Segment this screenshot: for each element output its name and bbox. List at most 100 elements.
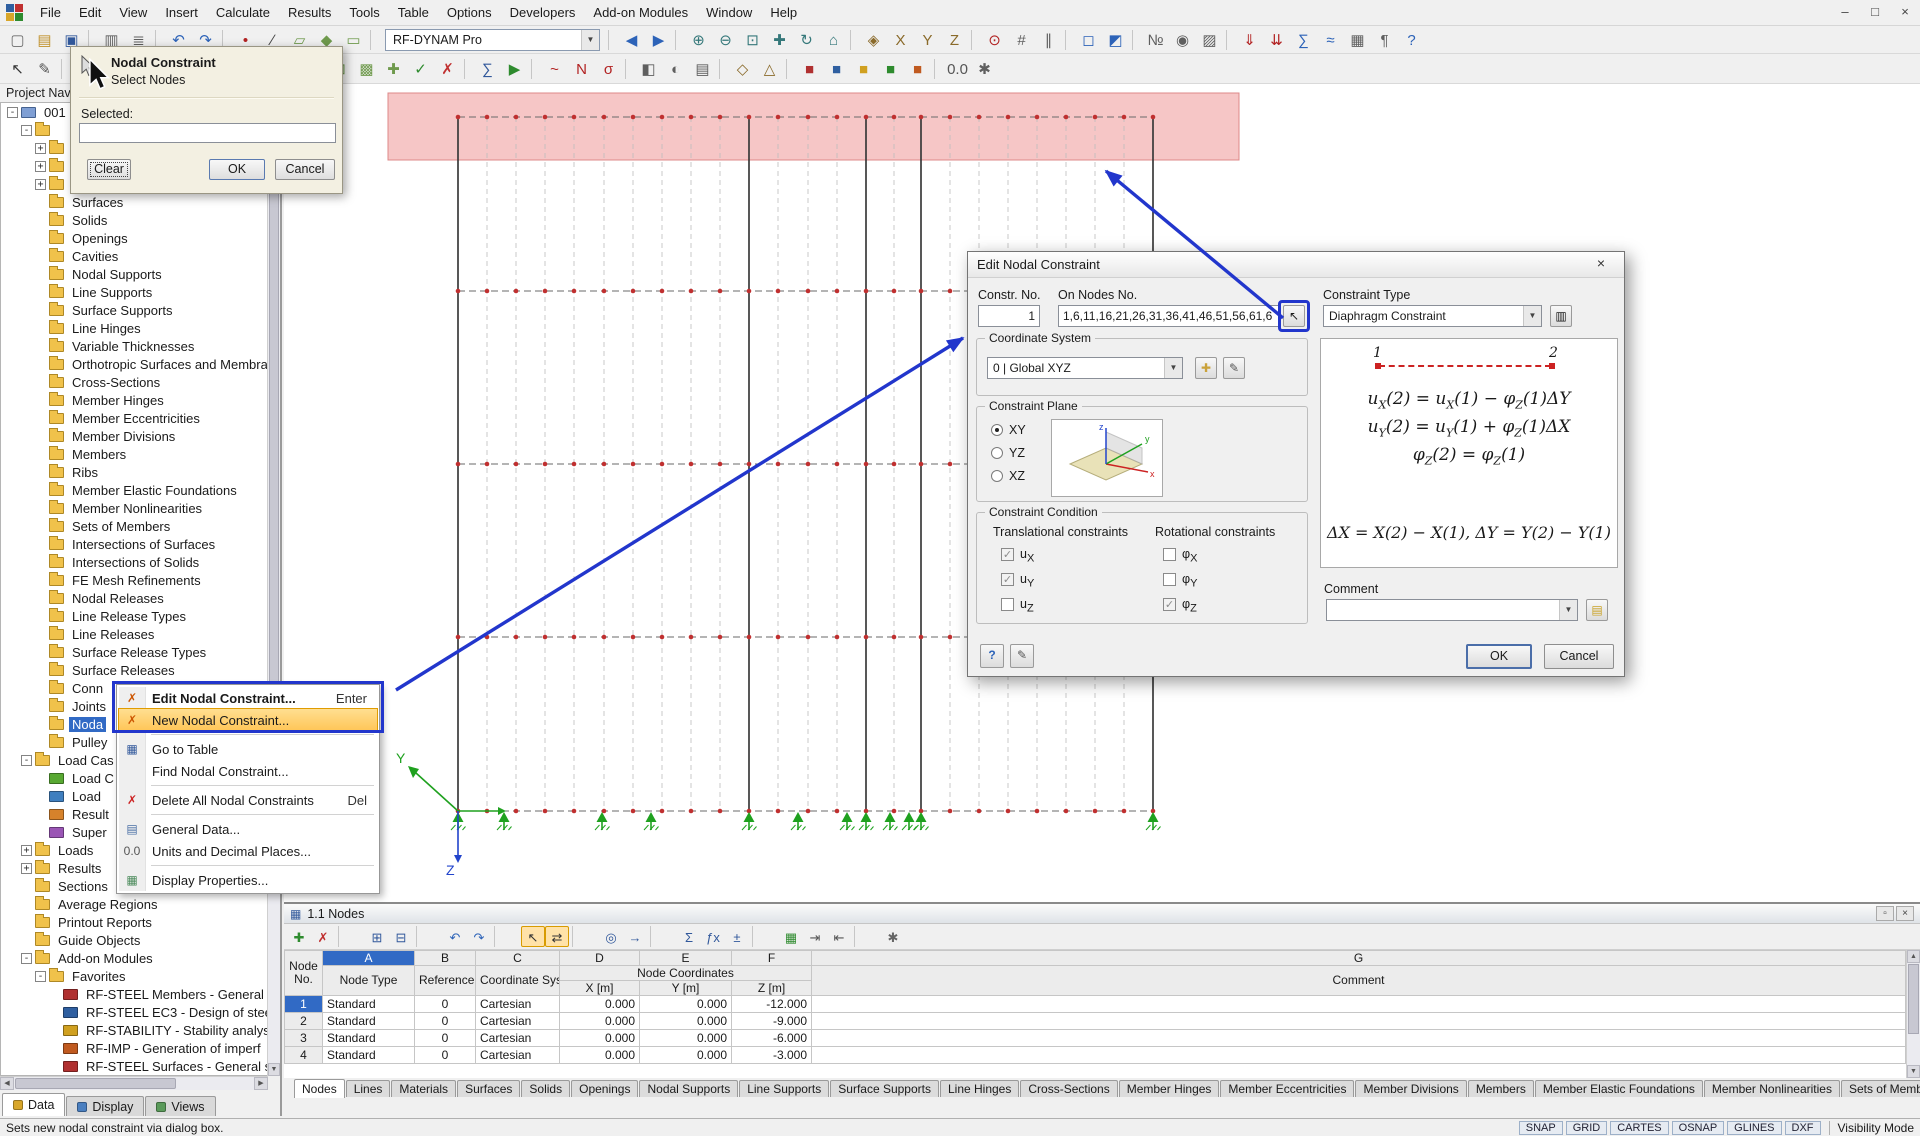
cell-x[interactable]: 0.000	[560, 1047, 640, 1064]
cell-coordinate-system[interactable]: Cartesian	[476, 1030, 560, 1047]
cell-node-type[interactable]: Standard	[323, 996, 415, 1013]
cell-comment[interactable]	[812, 1013, 1906, 1030]
rotational-constraint-checkbox[interactable]: φX	[1163, 547, 1197, 561]
separator[interactable]	[338, 926, 362, 947]
cell-node-type[interactable]: Standard	[323, 1013, 415, 1030]
cell-reference-node[interactable]: 0	[415, 996, 476, 1013]
cell-y[interactable]: 0.000	[640, 1047, 732, 1064]
tree-item[interactable]: Line Releases	[1, 625, 267, 643]
tree-item[interactable]: - Add-on Modules	[1, 949, 267, 967]
cell-coordinate-system[interactable]: Cartesian	[476, 1047, 560, 1064]
separator[interactable]	[675, 30, 682, 50]
rotational-constraint-checkbox[interactable]: φZ	[1163, 597, 1197, 611]
row-number[interactable]: 4	[285, 1047, 323, 1064]
row-number[interactable]: 1	[285, 996, 323, 1013]
cancel-button[interactable]: Cancel	[275, 159, 335, 180]
column-letter[interactable]: A	[323, 951, 415, 966]
tree-item[interactable]: Ribs	[1, 463, 267, 481]
guidelines-icon[interactable]: ∥	[1035, 28, 1062, 52]
status-toggle[interactable]: DXF	[1785, 1121, 1821, 1135]
separator[interactable]	[786, 59, 793, 79]
printout-report-icon[interactable]: ¶	[1371, 28, 1398, 52]
results-icon[interactable]: ≈	[1317, 28, 1344, 52]
status-toggle[interactable]: GRID	[1566, 1121, 1608, 1135]
cell-z[interactable]: -9.000	[732, 1013, 812, 1030]
goto-icon[interactable]: →	[623, 926, 647, 947]
zoom-out-icon[interactable]: ⊖	[712, 28, 739, 52]
chevron-down-icon[interactable]	[581, 30, 599, 50]
on-nodes-input[interactable]: 1,6,11,16,21,26,31,36,41,46,51,56,61,6	[1058, 305, 1279, 327]
tree-item[interactable]: Member Elastic Foundations	[1, 481, 267, 499]
help-button[interactable]: ?	[980, 644, 1004, 668]
module-dynam-icon[interactable]: ■	[877, 57, 904, 81]
select-special-icon[interactable]: ◩	[1102, 28, 1129, 52]
view-z-icon[interactable]: Z	[941, 28, 968, 52]
delete-row-icon[interactable]: ✗	[311, 926, 335, 947]
tree-expander-icon[interactable]: +	[21, 863, 32, 874]
new-coordinate-system-button[interactable]: ✚	[1195, 357, 1217, 379]
module-stability-icon[interactable]: ■	[850, 57, 877, 81]
tree-item[interactable]: Member Eccentricities	[1, 409, 267, 427]
comment-dropdown[interactable]	[1326, 599, 1578, 621]
formula-icon[interactable]: ƒx	[701, 926, 725, 947]
context-menu-item[interactable]: ✗ Edit Nodal Constraint... Enter	[119, 687, 377, 709]
translational-constraint-checkbox[interactable]: uX	[1001, 547, 1034, 561]
zoom-all-icon[interactable]: ⌂	[820, 28, 847, 52]
tree-item[interactable]: Openings	[1, 229, 267, 247]
rotate-view-icon[interactable]: ↻	[793, 28, 820, 52]
tree-item[interactable]: Orthotropic Surfaces and Membra	[1, 355, 267, 373]
options-icon[interactable]: ✱	[971, 57, 998, 81]
table-settings-icon[interactable]: ✱	[881, 926, 905, 947]
menu-item[interactable]: Window	[697, 2, 761, 23]
menu-item[interactable]: Tools	[340, 2, 388, 23]
tree-item[interactable]: - Favorites	[1, 967, 267, 985]
table-vertical-scrollbar[interactable]: ▲ ▼	[1906, 950, 1920, 1078]
pin-panel-button[interactable]: ▫	[1876, 906, 1894, 921]
table-tab[interactable]: Line Hinges	[940, 1080, 1019, 1097]
tree-item[interactable]: RF-STEEL Members - General s	[1, 985, 267, 1003]
check-model-icon[interactable]: ✓	[407, 57, 434, 81]
scroll-down-icon[interactable]: ▼	[268, 1063, 280, 1076]
module-steel-icon[interactable]: ■	[796, 57, 823, 81]
tree-expander-icon[interactable]: -	[21, 755, 32, 766]
view-filter-icon[interactable]: ◎	[599, 926, 623, 947]
tree-item[interactable]: Variable Thicknesses	[1, 337, 267, 355]
scroll-down-icon[interactable]: ▼	[1907, 1065, 1920, 1078]
tree-item[interactable]: Average Regions	[1, 895, 267, 913]
forward-icon[interactable]: ▶	[645, 28, 672, 52]
navigator-horizontal-scrollbar[interactable]: ◀ ▶	[0, 1076, 268, 1090]
tree-item[interactable]: Nodal Supports	[1, 265, 267, 283]
zoom-in-icon[interactable]: ⊕	[685, 28, 712, 52]
cell-x[interactable]: 0.000	[560, 1013, 640, 1030]
close-button[interactable]: ×	[1890, 3, 1920, 23]
translational-constraint-checkbox[interactable]: uZ	[1001, 597, 1034, 611]
tree-expander-icon[interactable]: -	[21, 125, 32, 136]
close-icon[interactable]: ×	[1587, 255, 1615, 274]
tree-expander-icon[interactable]: +	[21, 845, 32, 856]
column-letter[interactable]: G	[812, 951, 1906, 966]
import-icon[interactable]: ⇤	[827, 926, 851, 947]
separator[interactable]	[850, 30, 857, 50]
context-menu-item[interactable]: ✗ Delete All Nodal Constraints Del	[119, 789, 377, 811]
scroll-up-icon[interactable]: ▲	[1907, 950, 1920, 963]
separator[interactable]	[1065, 30, 1072, 50]
tree-expander-icon[interactable]: -	[35, 971, 46, 982]
module-combobox[interactable]: RF-DYNAM Pro	[385, 29, 600, 51]
tree-item[interactable]: RF-STABILITY - Stability analys	[1, 1021, 267, 1039]
tree-item[interactable]: Surfaces	[1, 193, 267, 211]
cell-y[interactable]: 0.000	[640, 1013, 732, 1030]
tree-item[interactable]: Cavities	[1, 247, 267, 265]
cell-z[interactable]: -6.000	[732, 1030, 812, 1047]
navigator-tab[interactable]: Data	[2, 1093, 65, 1116]
comment-templates-button[interactable]: ▤	[1586, 599, 1608, 621]
select-nodes-button[interactable]: ↖	[1283, 305, 1305, 327]
dialog-titlebar[interactable]: Edit Nodal Constraint ×	[968, 252, 1624, 278]
edit-constraint-types-button[interactable]: ▥	[1550, 305, 1572, 327]
tree-item[interactable]: Intersections of Solids	[1, 553, 267, 571]
select-window-icon[interactable]: ◻	[1075, 28, 1102, 52]
tree-item[interactable]: RF-IMP - Generation of imperf	[1, 1039, 267, 1057]
new-opening-icon[interactable]: ▭	[340, 28, 367, 52]
menu-item[interactable]: Edit	[70, 2, 110, 23]
cell-coordinate-system[interactable]: Cartesian	[476, 1013, 560, 1030]
constraint-plane-radio[interactable]: XY	[991, 423, 1026, 437]
